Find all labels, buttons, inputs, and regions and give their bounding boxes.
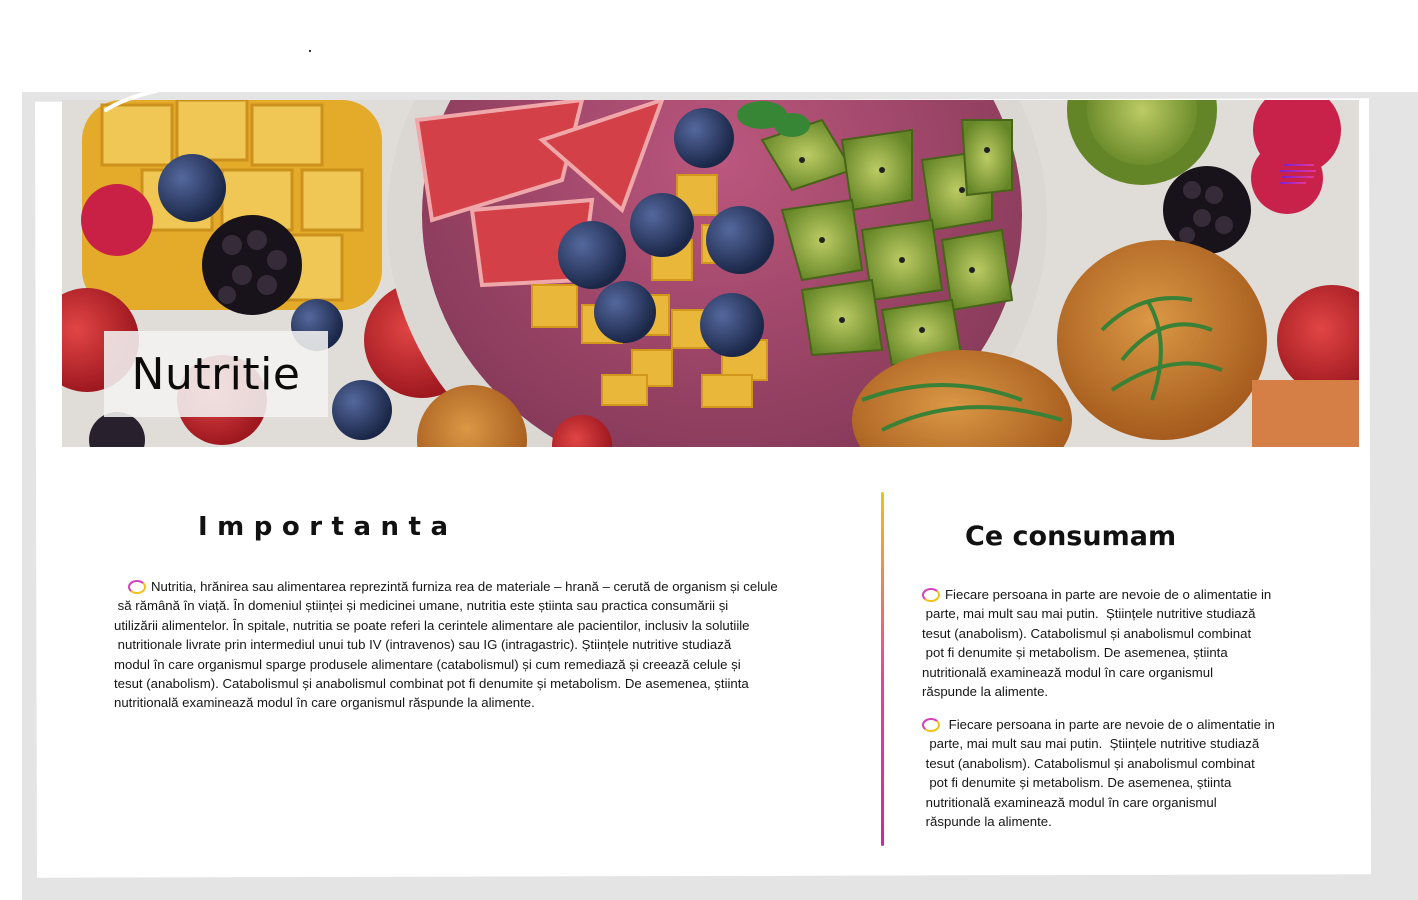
paragraph-line: utilizării alimentelor. În spitale, nutr… xyxy=(114,617,750,633)
paragraph-line: nutritionale livrate prin intermediul un… xyxy=(114,637,732,653)
paragraph-line: răspunde la alimente. xyxy=(922,814,1052,830)
hero-title-box: Nutritie xyxy=(104,331,328,417)
paragraph-line: tesut (anabolism). Catabolismul și anabo… xyxy=(114,676,749,692)
paragraph-line: răspunde la alimente. xyxy=(922,684,1049,700)
paragraph-line: pot fi denumite și metabolism. De asemen… xyxy=(922,775,1232,791)
section-divider xyxy=(881,492,884,846)
page-title: Nutritie xyxy=(131,348,301,400)
paragraph-line: tesut (anabolism). Catabolismul și anabo… xyxy=(922,625,1252,641)
paragraph-line: parte, mai mult sau mai putin. Științele… xyxy=(922,606,1256,622)
consumption-heading: Ce consumam xyxy=(965,521,1177,552)
paragraph-line: nutritională examinează modul în care or… xyxy=(922,794,1217,810)
consumption-paragraph-1: Fiecare persoana in parte are nevoie de … xyxy=(922,585,1271,701)
ring-bullet-icon xyxy=(922,588,940,602)
paragraph-line: nutritională examinează modul în care or… xyxy=(114,695,535,711)
paragraph-line: parte, mai mult sau mai putin. Științele… xyxy=(922,736,1260,752)
ring-bullet-icon xyxy=(922,718,940,732)
consumption-paragraph-2: Fiecare persoana in parte are nevoie de … xyxy=(922,715,1275,831)
importance-heading: Importanta xyxy=(198,512,458,542)
stray-dot xyxy=(309,50,311,52)
paragraph-line: Fiecare persoana in parte are nevoie de … xyxy=(922,715,1275,734)
paragraph-line: tesut (anabolism). Catabolismul și anabo… xyxy=(922,755,1255,771)
ring-bullet-icon xyxy=(128,580,146,594)
paragraph-line: nutritională examinează modul în care or… xyxy=(922,664,1214,680)
paragraph-line: Fiecare persoana in parte are nevoie de … xyxy=(922,585,1271,604)
hamburger-menu-icon[interactable] xyxy=(1280,162,1320,186)
brush-stroke-decoration xyxy=(104,88,162,112)
paragraph-line: să rămână în viață. În domeniul științei… xyxy=(114,598,729,614)
paragraph-line: Nutritia, hrănirea sau alimentarea repre… xyxy=(114,577,778,596)
importance-paragraph: Nutritia, hrănirea sau alimentarea repre… xyxy=(114,577,778,713)
paragraph-line: modul în care organismul sparge produsel… xyxy=(114,656,741,672)
paragraph-line: pot fi denumite și metabolism. De asemen… xyxy=(922,645,1228,661)
